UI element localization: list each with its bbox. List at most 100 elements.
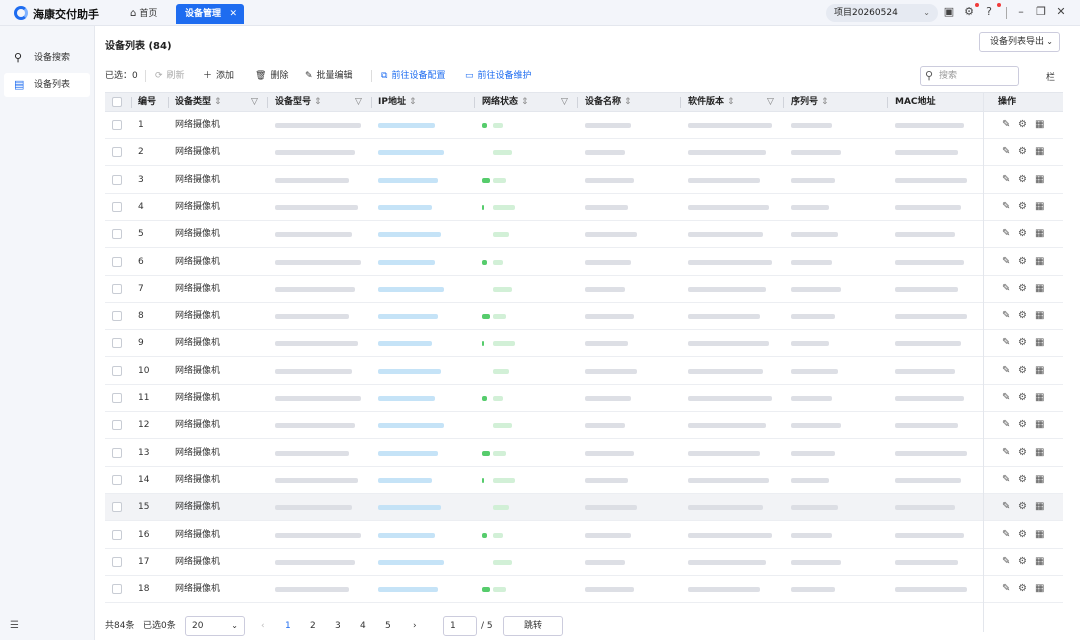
table-row[interactable]: 10 网络摄像机 ✎ ⚙ ▦ — [105, 358, 1063, 385]
row-checkbox[interactable] — [112, 147, 122, 158]
header-mac[interactable]: MAC地址 — [895, 93, 936, 111]
batch-edit-button[interactable]: ✎ 批量编辑 — [305, 69, 353, 83]
pencil-icon[interactable]: ✎ — [1002, 385, 1010, 411]
header-ip[interactable]: IP地址 ⇕ — [378, 93, 417, 111]
pencil-icon[interactable]: ✎ — [1002, 358, 1010, 384]
table-row[interactable]: 16 网络摄像机 ✎ ⚙ ▦ — [105, 522, 1063, 549]
gear-icon[interactable]: ⚙ — [962, 5, 976, 19]
select-all-checkbox[interactable] — [112, 97, 122, 107]
collapse-menu-icon[interactable]: ☰ — [10, 620, 19, 631]
filter-icon[interactable]: ▽ — [355, 97, 362, 107]
header-model[interactable]: 设备型号 ⇕ — [275, 93, 322, 111]
sort-icon[interactable]: ⇕ — [821, 97, 829, 107]
sort-icon[interactable]: ⇕ — [214, 97, 222, 107]
table-row[interactable]: 1 网络摄像机 ✎ ⚙ ▦ — [105, 112, 1063, 139]
prev-page-icon[interactable]: ‹ — [261, 616, 265, 636]
sort-icon[interactable]: ⇕ — [409, 97, 417, 107]
table-row[interactable]: 17 网络摄像机 ✎ ⚙ ▦ — [105, 549, 1063, 576]
window-close-icon[interactable]: ✕ — [1054, 5, 1068, 19]
table-row[interactable]: 11 网络摄像机 ✎ ⚙ ▦ — [105, 385, 1063, 412]
qr-icon[interactable]: ▦ — [1035, 249, 1044, 275]
row-checkbox[interactable] — [112, 420, 122, 431]
qr-icon[interactable]: ▦ — [1035, 276, 1044, 302]
qr-icon[interactable]: ▦ — [1035, 221, 1044, 247]
table-row[interactable]: 7 网络摄像机 ✎ ⚙ ▦ — [105, 276, 1063, 303]
gear-icon[interactable]: ⚙ — [1018, 440, 1027, 466]
pencil-icon[interactable]: ✎ — [1002, 167, 1010, 193]
gear-icon[interactable]: ⚙ — [1018, 221, 1027, 247]
pencil-icon[interactable]: ✎ — [1002, 139, 1010, 165]
qr-icon[interactable]: ▦ — [1035, 467, 1044, 493]
jump-button[interactable]: 跳转 — [503, 616, 563, 636]
sidebar-item-device-list[interactable]: ▤ 设备列表 — [4, 73, 90, 97]
pencil-icon[interactable]: ✎ — [1002, 549, 1010, 575]
sort-icon[interactable]: ⇕ — [624, 97, 632, 107]
project-selector[interactable]: 项目20260524 ⌄ — [826, 4, 938, 22]
go-config-button[interactable]: ⧉ 前往设备配置 — [381, 69, 445, 83]
gear-icon[interactable]: ⚙ — [1018, 330, 1027, 356]
refresh-button[interactable]: ⟳ 刷新 — [155, 69, 185, 83]
gear-icon[interactable]: ⚙ — [1018, 522, 1027, 548]
column-settings-button[interactable]: 栏 — [1046, 70, 1055, 83]
pencil-icon[interactable]: ✎ — [1002, 221, 1010, 247]
pencil-icon[interactable]: ✎ — [1002, 467, 1010, 493]
maximize-icon[interactable]: ❐ — [1034, 5, 1048, 19]
page-4[interactable]: 4 — [360, 616, 366, 636]
table-row[interactable]: 13 网络摄像机 ✎ ⚙ ▦ — [105, 440, 1063, 467]
gear-icon[interactable]: ⚙ — [1018, 139, 1027, 165]
table-row[interactable]: 15 网络摄像机 ✎ ⚙ ▦ — [105, 494, 1063, 522]
next-page-icon[interactable]: › — [413, 616, 417, 636]
sort-icon[interactable]: ⇕ — [314, 97, 322, 107]
gear-icon[interactable]: ⚙ — [1018, 358, 1027, 384]
row-checkbox[interactable] — [112, 393, 122, 403]
row-checkbox[interactable] — [112, 529, 122, 540]
gear-icon[interactable]: ⚙ — [1018, 412, 1027, 438]
gear-icon[interactable]: ⚙ — [1018, 549, 1027, 575]
filter-icon[interactable]: ▽ — [251, 97, 258, 107]
header-serial[interactable]: 序列号 ⇕ — [791, 93, 829, 111]
qr-icon[interactable]: ▦ — [1035, 358, 1044, 384]
pencil-icon[interactable]: ✎ — [1002, 194, 1010, 220]
sort-icon[interactable]: ⇕ — [727, 97, 735, 107]
table-row[interactable]: 18 网络摄像机 ✎ ⚙ ▦ — [105, 576, 1063, 604]
table-row[interactable]: 2 网络摄像机 ✎ ⚙ ▦ — [105, 139, 1063, 167]
page-1[interactable]: 1 — [285, 616, 291, 636]
page-size-select[interactable]: 20 ⌄ — [185, 616, 245, 636]
tab-device-management[interactable]: 设备管理 ✕ — [176, 4, 244, 24]
pencil-icon[interactable]: ✎ — [1002, 522, 1010, 548]
table-row[interactable]: 5 网络摄像机 ✎ ⚙ ▦ — [105, 221, 1063, 249]
page-3[interactable]: 3 — [335, 616, 341, 636]
add-button[interactable]: ＋添加 — [203, 69, 234, 83]
row-checkbox[interactable] — [112, 447, 122, 458]
row-checkbox[interactable] — [112, 256, 122, 267]
table-row[interactable]: 6 网络摄像机 ✎ ⚙ ▦ — [105, 249, 1063, 276]
header-software[interactable]: 软件版本 ⇕ — [688, 93, 735, 111]
gear-icon[interactable]: ⚙ — [1018, 303, 1027, 329]
pencil-icon[interactable]: ✎ — [1002, 112, 1010, 138]
tab-home[interactable]: ⌂ 首页 — [126, 5, 161, 22]
gear-icon[interactable]: ⚙ — [1018, 249, 1027, 275]
page-2[interactable]: 2 — [310, 616, 316, 636]
row-checkbox[interactable] — [112, 201, 122, 212]
go-maintain-button[interactable]: ▭ 前往设备维护 — [465, 69, 532, 83]
pencil-icon[interactable]: ✎ — [1002, 412, 1010, 438]
qr-icon[interactable]: ▦ — [1035, 385, 1044, 411]
qr-icon[interactable]: ▦ — [1035, 494, 1044, 520]
row-checkbox[interactable] — [112, 311, 122, 322]
row-checkbox[interactable] — [112, 338, 122, 349]
pencil-icon[interactable]: ✎ — [1002, 494, 1010, 520]
row-checkbox[interactable] — [112, 174, 122, 185]
close-tab-icon[interactable]: ✕ — [229, 4, 237, 24]
qr-icon[interactable]: ▦ — [1035, 412, 1044, 438]
header-name[interactable]: 设备名称 ⇕ — [585, 93, 632, 111]
qr-icon[interactable]: ▦ — [1035, 330, 1044, 356]
qr-icon[interactable]: ▦ — [1035, 303, 1044, 329]
qr-icon[interactable]: ▦ — [1035, 139, 1044, 165]
qr-icon[interactable]: ▦ — [1035, 576, 1044, 602]
sidebar-item-device-search[interactable]: ⚲ 设备搜索 — [4, 46, 90, 70]
table-row[interactable]: 8 网络摄像机 ✎ ⚙ ▦ — [105, 303, 1063, 331]
row-checkbox[interactable] — [112, 120, 122, 130]
qr-icon[interactable]: ▦ — [1035, 440, 1044, 466]
qr-icon[interactable]: ▦ — [1035, 194, 1044, 220]
row-checkbox[interactable] — [112, 283, 122, 294]
